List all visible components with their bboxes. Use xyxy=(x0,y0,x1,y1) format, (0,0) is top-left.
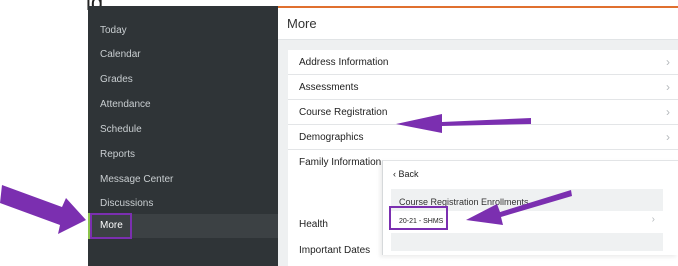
arrow-to-enrollment xyxy=(466,190,572,225)
page: ig Today Calendar Grades Attendance Sche… xyxy=(0,0,678,266)
arrow-to-more xyxy=(0,185,86,234)
arrow-to-course-registration xyxy=(396,114,531,133)
annotation-arrows xyxy=(0,114,572,234)
